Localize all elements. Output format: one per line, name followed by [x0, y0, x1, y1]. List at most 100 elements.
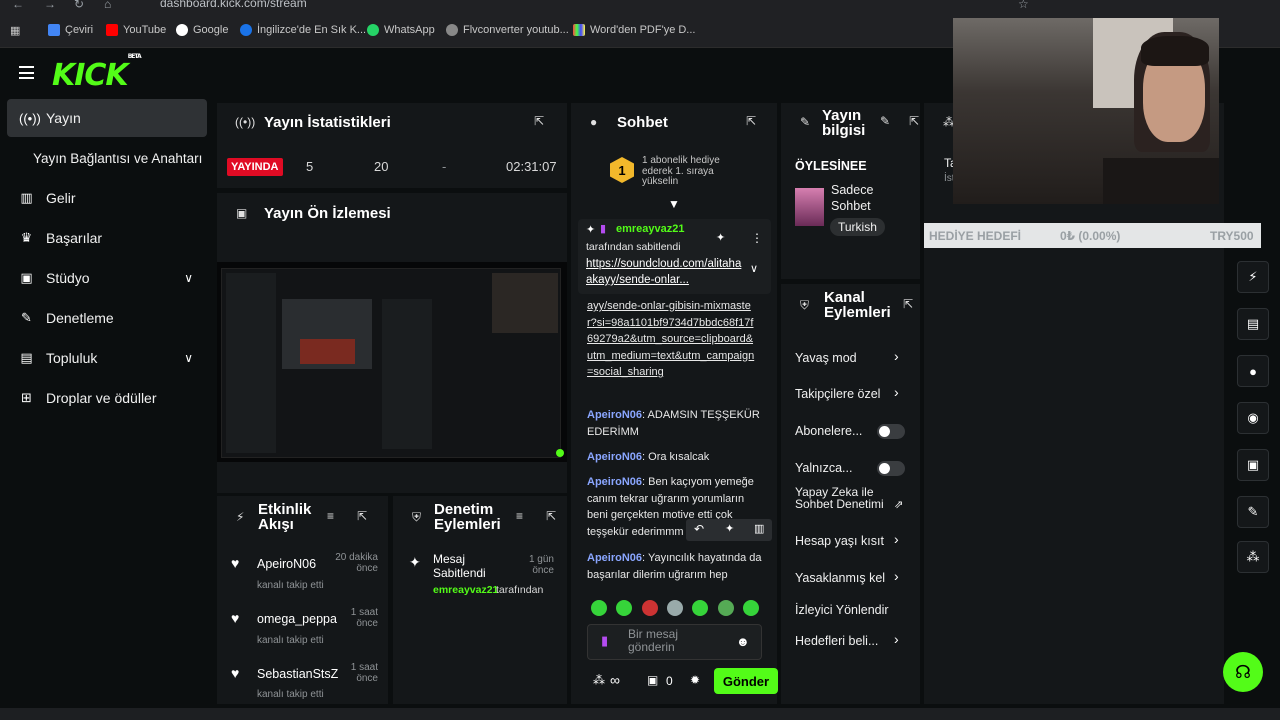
support-button[interactable]: ☊ — [1223, 652, 1263, 692]
back-icon[interactable]: ← — [12, 0, 24, 11]
menu-icon[interactable] — [19, 66, 34, 79]
stream-info-title: Yayın bilgisi — [822, 107, 866, 139]
sidebar-item-basarilar[interactable]: ♛ Başarılar — [7, 219, 207, 257]
pinned-link[interactable]: https://soundcloud.com/alitahaakayy/send… — [586, 256, 742, 288]
goal-label: HEDİYE HEDEFİ — [929, 229, 1022, 243]
gift-goal-bar: HEDİYE HEDEFİ 0₺ (0.00%) TRY500 — [924, 223, 1261, 248]
rail-points-button[interactable]: ⁂ — [1237, 541, 1269, 573]
rail-bolt-button[interactable]: ⚡ — [1237, 261, 1269, 293]
collapse-icon[interactable]: ▼ — [668, 197, 680, 211]
popout-icon[interactable]: ⇱ — [357, 509, 367, 523]
browser-url-bar: ← → ↻ ⌂ dashboard.kick.com/stream ☆ — [0, 0, 1280, 14]
thumbnail-sidebar — [226, 273, 276, 453]
emote-icon[interactable] — [667, 600, 683, 616]
bookmark-star-icon[interactable]: ☆ — [1018, 0, 1029, 11]
rail-chat-button[interactable]: ● — [1237, 355, 1269, 387]
chevron-right-icon[interactable]: › — [894, 631, 899, 647]
bookmark-item[interactable]: Google — [176, 24, 228, 36]
kick-logo[interactable]: KICKBETA — [52, 53, 142, 93]
emoji-picker-icon[interactable]: ☻ — [736, 634, 750, 649]
apps-grid-icon[interactable]: ▦ — [10, 24, 20, 37]
drops-icon: ⊞ — [21, 390, 32, 405]
bookmark-item[interactable]: YouTube — [106, 24, 166, 36]
translate-icon — [48, 24, 60, 36]
moderation-item-user: emreayvaz21 — [433, 584, 499, 596]
edit-icon[interactable]: ✎ — [880, 114, 890, 128]
emote-icon[interactable] — [591, 600, 607, 616]
chat-link-continuation[interactable]: ayy/sende-onlar-gibisin-mixmaster?si=98a… — [587, 298, 759, 381]
sidebar-item-droplar[interactable]: ⊞ Droplar ve ödüller — [7, 379, 207, 417]
bookmark-item[interactable]: Çeviri — [48, 24, 93, 36]
webcam-hair — [1141, 36, 1209, 66]
emotes-only-toggle[interactable] — [877, 461, 905, 476]
rail-broadcast-button[interactable]: ◉ — [1237, 402, 1269, 434]
sidebar-item-yayin[interactable]: ((•)) Yayın — [7, 99, 207, 137]
reply-icon[interactable]: ↶ — [694, 522, 704, 536]
chevron-right-icon[interactable]: › — [894, 531, 899, 547]
bookmark-item[interactable]: Flvconverter youtub... — [446, 24, 569, 36]
filter-icon[interactable]: ≡ — [516, 509, 523, 523]
popout-icon[interactable]: ⇱ — [546, 509, 556, 523]
more-options-icon[interactable]: ⋮ — [751, 231, 763, 245]
popout-icon[interactable]: ⇱ — [909, 114, 919, 128]
raid-item[interactable]: İzleyici Yönlendir — [795, 603, 905, 617]
bookmark-item[interactable]: Word'den PDF'ye D... — [573, 24, 695, 36]
preview-video[interactable] — [217, 262, 567, 462]
followers-only-item[interactable]: Takipçilere özel — [795, 387, 905, 401]
popout-icon[interactable]: ⇱ — [534, 114, 544, 128]
reload-icon[interactable]: ↻ — [74, 0, 84, 11]
emote-icon[interactable] — [616, 600, 632, 616]
filter-icon[interactable]: ≡ — [327, 509, 334, 523]
sidebar-item-gelir[interactable]: ▥ Gelir — [7, 179, 207, 217]
chevron-right-icon[interactable]: › — [894, 568, 899, 584]
slow-mode-item[interactable]: Yavaş mod — [795, 351, 905, 365]
sidebar-item-topluluk[interactable]: ▤ Topluluk ∨ — [7, 339, 207, 377]
chevron-down-icon[interactable]: ∨ — [750, 262, 758, 275]
users-icon: ▤ — [20, 350, 33, 365]
chat-bubble-icon: ● — [1249, 363, 1257, 379]
rail-notes-button[interactable]: ▤ — [1237, 308, 1269, 340]
wrench-icon: ✎ — [800, 115, 811, 129]
bookmark-item[interactable]: İngilizce'de En Sık K... — [240, 24, 366, 36]
forward-icon[interactable]: → — [44, 0, 56, 11]
ai-moderation-item[interactable]: Yapay Zeka ile Sohbet Denetimi — [795, 486, 887, 510]
emote-icon[interactable] — [642, 600, 658, 616]
popout-icon[interactable]: ⇱ — [903, 297, 913, 311]
settings-icon[interactable]: ✹ — [690, 673, 700, 687]
pinned-user: emreayvaz21 — [616, 223, 685, 235]
rail-wrench-button[interactable]: ✎ — [1237, 496, 1269, 528]
subscribers-only-toggle[interactable] — [877, 424, 905, 439]
home-icon[interactable]: ⌂ — [104, 0, 111, 11]
pin-message-icon[interactable]: ✦ — [725, 522, 734, 535]
category-thumbnail[interactable] — [795, 188, 824, 226]
microphone-icon[interactable]: ▮ — [601, 633, 608, 649]
banned-words-item[interactable]: Yasaklanmış kel — [795, 571, 905, 585]
moderation-item-title: Mesaj Sabitlendi — [433, 552, 486, 580]
account-age-item[interactable]: Hesap yaşı kısıt — [795, 534, 905, 548]
send-button[interactable]: Gönder — [714, 668, 778, 694]
external-link-icon[interactable]: ⇗ — [894, 498, 903, 511]
sidebar-item-studyo[interactable]: ▣ Stüdyo ∨ — [7, 259, 207, 297]
moderation-item-suffix: tarafından — [496, 584, 544, 596]
gift-count: 0 — [666, 674, 673, 688]
chevron-right-icon[interactable]: › — [894, 348, 899, 364]
sidebar-item-denetleme[interactable]: ✎ Denetleme — [7, 299, 207, 337]
delete-icon[interactable]: ▥ — [754, 522, 764, 535]
unpin-icon[interactable]: ✦ — [716, 231, 725, 244]
popout-icon[interactable]: ⇱ — [746, 114, 756, 128]
wrench-icon: ✎ — [1247, 504, 1259, 519]
emote-icon[interactable] — [743, 600, 759, 616]
rail-video-button[interactable]: ▣ — [1237, 449, 1269, 481]
bookmark-item[interactable]: WhatsApp — [367, 24, 435, 36]
thumbnail-webcam — [492, 273, 558, 333]
broadcast-icon: ((•)) — [19, 110, 41, 126]
sidebar-item-stream-key[interactable]: Yayın Bağlantısı ve Anahtarı — [7, 139, 207, 177]
chevron-right-icon[interactable]: › — [894, 384, 899, 400]
goals-item[interactable]: Hedefleri beli... — [795, 634, 905, 648]
emote-icon[interactable] — [718, 600, 734, 616]
address-field[interactable]: dashboard.kick.com/stream — [160, 0, 307, 10]
activity-action: kanalı takip etti — [257, 689, 324, 700]
broadcast-icon: ((•)) — [235, 115, 256, 129]
category-name[interactable]: Sadece Sohbet — [831, 182, 891, 214]
emote-icon[interactable] — [692, 600, 708, 616]
